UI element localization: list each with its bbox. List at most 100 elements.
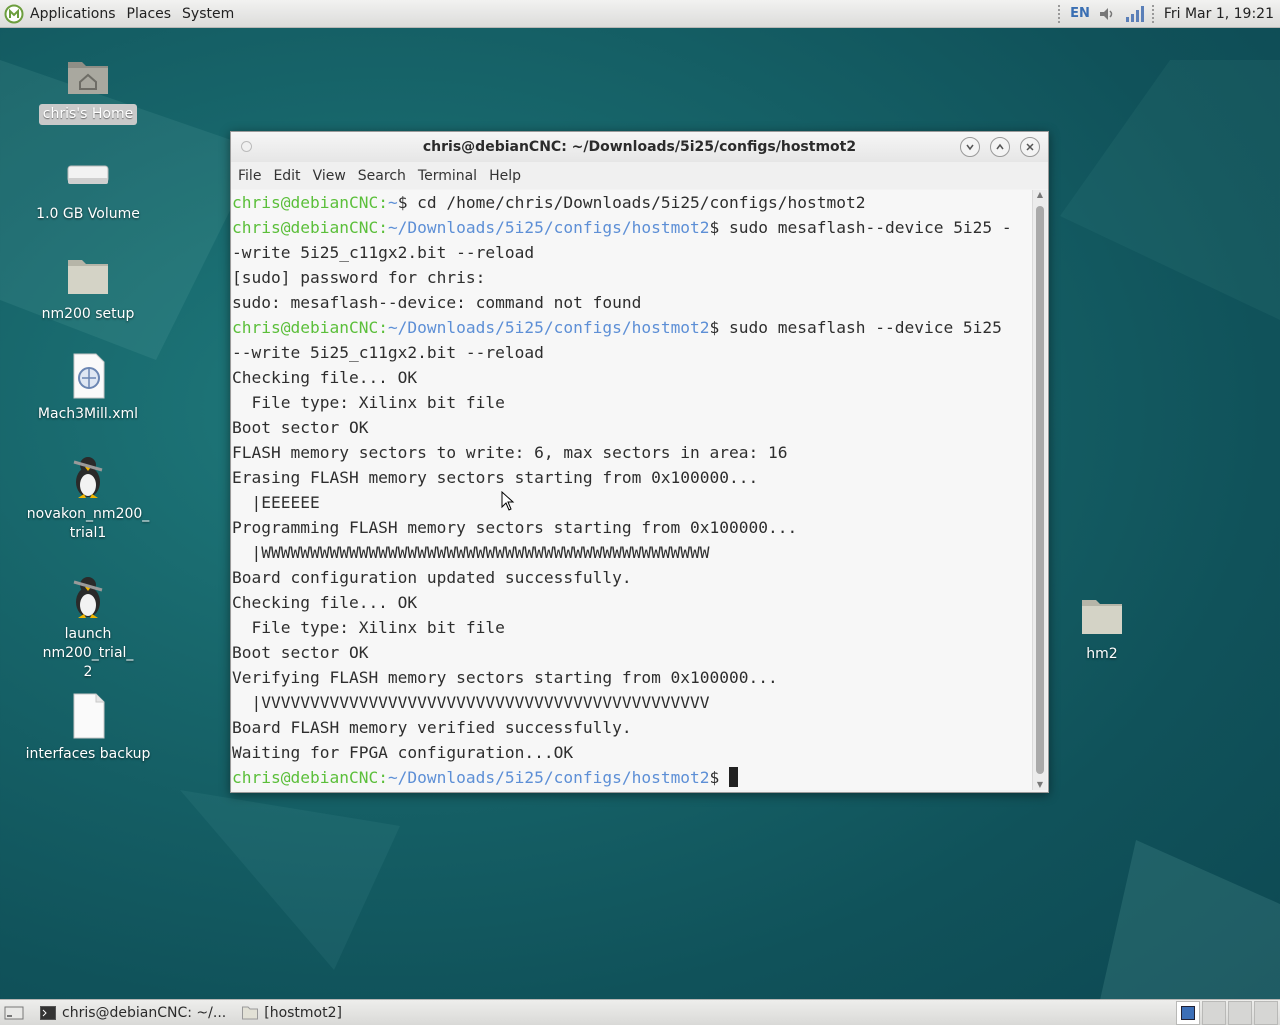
terminal-text: Programming FLASH memory sectors startin… <box>232 518 798 537</box>
terminal-text: Boot sector OK <box>232 643 369 662</box>
desktop-icon-interfaces-backup[interactable]: interfaces backup <box>13 692 163 765</box>
background-shape <box>1060 60 1280 320</box>
taskbar-item-label: chris@debianCNC: ~/... <box>62 1004 227 1021</box>
terminal-scrollbar[interactable]: ▲ ▼ <box>1032 190 1047 790</box>
text-cursor <box>729 767 739 787</box>
terminal-text: Board FLASH memory verified successfully… <box>232 718 632 737</box>
terminal-text: FLASH memory sectors to write: 6, max se… <box>232 443 788 462</box>
terminal-text: -write 5i25_c11gx2.bit --reload <box>232 243 535 262</box>
taskbar-item-terminal[interactable]: chris@debianCNC: ~/... <box>34 1002 232 1024</box>
terminal-text: $ cd /home/chris/Downloads/5i25/configs/… <box>397 193 866 212</box>
terminal-line: |WWWWWWWWWWWWWWWWWWWWWWWWWWWWWWWWWWWWWWW… <box>232 540 1032 565</box>
prompt-path: ~/Downloads/5i25/configs/hostmot2 <box>387 318 710 337</box>
places-menu[interactable]: Places <box>127 6 172 22</box>
workspace-switcher <box>1176 1001 1278 1025</box>
terminal-text: File type: Xilinx bit file <box>232 618 505 637</box>
terminal-window[interactable]: chris@debianCNC: ~/Downloads/5i25/config… <box>230 131 1049 793</box>
terminal-text: Boot sector OK <box>232 418 369 437</box>
keyboard-layout-indicator[interactable]: EN <box>1070 6 1090 21</box>
close-button[interactable] <box>1020 137 1040 157</box>
workspace-2[interactable] <box>1202 1001 1226 1025</box>
prompt-path: ~/Downloads/5i25/configs/hostmot2 <box>387 768 710 787</box>
desktop-icon-label: hm2 <box>1086 646 1118 662</box>
tray-separator <box>1058 4 1062 23</box>
folder-icon <box>1082 600 1122 634</box>
terminal-text: Checking file... OK <box>232 593 418 612</box>
terminal-text: Waiting for FPGA configuration...OK <box>232 743 574 762</box>
terminal-text: |WWWWWWWWWWWWWWWWWWWWWWWWWWWWWWWWWWWWWWW… <box>232 543 710 562</box>
terminal-line: Board FLASH memory verified successfully… <box>232 715 1032 740</box>
window-menu-icon[interactable] <box>241 141 252 152</box>
terminal-line: |EEEEEE <box>232 490 1032 515</box>
scrollbar-thumb[interactable] <box>1036 206 1044 774</box>
show-desktop-icon[interactable] <box>4 1005 24 1021</box>
scroll-down-arrow-icon[interactable]: ▼ <box>1033 780 1047 790</box>
window-controls <box>960 137 1040 157</box>
desktop-icon-label: Mach3Mill.xml <box>37 406 139 422</box>
terminal-text: $ sudo mesaflash--device 5i25 - <box>709 218 1012 237</box>
terminal-line: --write 5i25_c11gx2.bit --reload <box>232 340 1032 365</box>
drive-icon <box>67 165 109 184</box>
menu-edit[interactable]: Edit <box>272 166 301 186</box>
desktop-icon-volume[interactable]: 1.0 GB Volume <box>13 152 163 225</box>
minimize-button[interactable] <box>960 137 980 157</box>
desktop-icon-mach3mill[interactable]: Mach3Mill.xml <box>13 352 163 425</box>
text-file-icon <box>73 693 105 739</box>
tray-separator <box>1151 4 1156 23</box>
desktop-icon-label: chris's Home <box>38 104 138 125</box>
applications-menu[interactable]: Applications <box>30 6 116 22</box>
chevron-up-icon <box>996 143 1004 150</box>
taskbar-item-hostmot2[interactable]: [hostmot2] <box>236 1002 348 1024</box>
system-menu[interactable]: System <box>182 6 234 22</box>
terminal-line: sudo: mesaflash--device: command not fou… <box>232 290 1032 315</box>
network-signal-icon[interactable] <box>1124 5 1144 23</box>
desktop-icon-launch-nm200-trial2[interactable]: launch nm200_trial_ 2 <box>13 572 163 683</box>
desktop-icon-label: launch nm200_trial_ 2 <box>42 626 134 680</box>
volume-icon[interactable] <box>1098 5 1116 23</box>
desktop-icon-label: nm200 setup <box>41 306 135 322</box>
terminal-line: -write 5i25_c11gx2.bit --reload <box>232 240 1032 265</box>
bottom-panel: chris@debianCNC: ~/... [hostmot2] <box>0 999 1280 1025</box>
terminal-text: File type: Xilinx bit file <box>232 393 505 412</box>
mouse-pointer-icon <box>501 491 515 511</box>
desktop-icon-hm2[interactable]: hm2 <box>1027 592 1177 665</box>
desktop-icon-nm200-setup[interactable]: nm200 setup <box>13 252 163 325</box>
menu-search[interactable]: Search <box>357 166 407 186</box>
desktop-icon-label: novakon_nm200_ trial1 <box>26 506 150 541</box>
window-titlebar[interactable]: chris@debianCNC: ~/Downloads/5i25/config… <box>231 132 1048 162</box>
system-tray: EN Fri Mar 1, 19:21 <box>1058 0 1274 27</box>
workspace-3[interactable] <box>1228 1001 1252 1025</box>
terminal-output[interactable]: chris@debianCNC:~$ cd /home/chris/Downlo… <box>232 190 1032 790</box>
menu-view[interactable]: View <box>312 166 347 186</box>
prompt-user: chris@debianCNC <box>232 318 379 337</box>
prompt-user: chris@debianCNC <box>232 768 379 787</box>
terminal-text: $ <box>709 768 730 787</box>
workspace-1[interactable] <box>1176 1001 1200 1025</box>
clock[interactable]: Fri Mar 1, 19:21 <box>1164 6 1274 22</box>
terminal-line: chris@debianCNC:~$ cd /home/chris/Downlo… <box>232 193 866 212</box>
terminal-text: [sudo] password for chris: <box>232 268 486 287</box>
linuxcnc-launcher-icon <box>73 577 103 618</box>
menu-help[interactable]: Help <box>488 166 522 186</box>
close-icon <box>1026 143 1034 151</box>
terminal-line: Boot sector OK <box>232 640 1032 665</box>
desktop-icon-label: 1.0 GB Volume <box>36 206 140 222</box>
window-title: chris@debianCNC: ~/Downloads/5i25/config… <box>422 139 857 155</box>
top-panel: Applications Places System EN Fri Mar 1,… <box>0 0 1280 28</box>
desktop-icon-home[interactable]: chris's Home <box>13 52 163 125</box>
terminal-line: Waiting for FPGA configuration...OK <box>232 740 1032 765</box>
scroll-up-arrow-icon[interactable]: ▲ <box>1033 190 1047 200</box>
terminal-line: File type: Xilinx bit file <box>232 390 1032 415</box>
mate-logo-icon[interactable] <box>4 4 24 24</box>
desktop-icon-label: interfaces backup <box>25 746 151 762</box>
maximize-button[interactable] <box>990 137 1010 157</box>
workspace-4[interactable] <box>1254 1001 1278 1025</box>
desktop-icon-novakon-trial1[interactable]: novakon_nm200_ trial1 <box>13 452 163 544</box>
menu-terminal[interactable]: Terminal <box>417 166 478 186</box>
prompt-path: ~/Downloads/5i25/configs/hostmot2 <box>387 218 710 237</box>
terminal-line: Erasing FLASH memory sectors starting fr… <box>232 465 1032 490</box>
terminal-text: --write 5i25_c11gx2.bit --reload <box>232 343 544 362</box>
terminal-line: |VVVVVVVVVVVVVVVVVVVVVVVVVVVVVVVVVVVVVVV… <box>232 690 1032 715</box>
prompt-user: chris@debianCNC <box>232 218 379 237</box>
menu-file[interactable]: File <box>237 166 262 186</box>
